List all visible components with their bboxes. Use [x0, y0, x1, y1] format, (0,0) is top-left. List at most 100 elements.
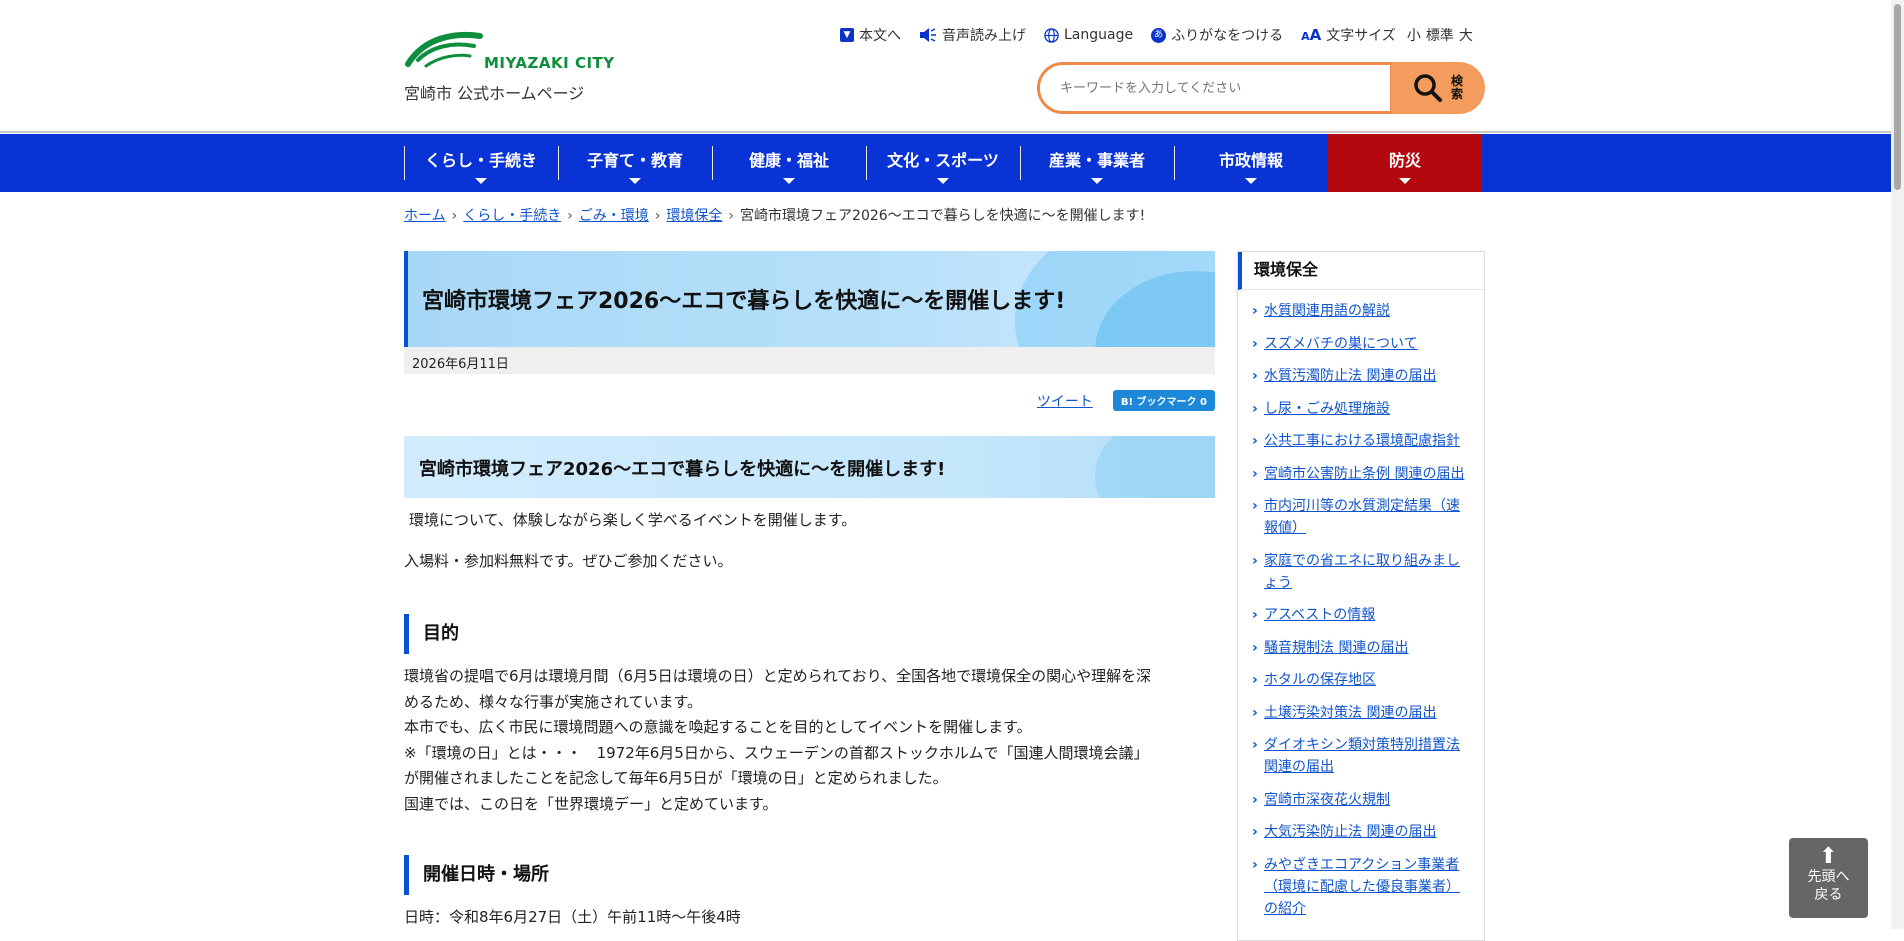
purpose-line: 本市でも、広く市民に環境問題への意識を喚起することを目的としてイベントを開催しま… — [404, 718, 1032, 736]
text-size-large-button[interactable]: 大 — [1459, 25, 1473, 45]
nav-item-2[interactable]: 健康・福祉 — [712, 134, 866, 192]
main-content: 宮崎市環境フェア2026～エコで暮らしを快適に～を開催します! 2026年6月1… — [404, 251, 1215, 931]
nav-item-5[interactable]: 市政情報 — [1174, 134, 1328, 192]
date-place-heading: 開催日時・場所 — [404, 855, 1215, 895]
nav-item-6[interactable]: 防災 — [1328, 134, 1482, 192]
sidebar-link[interactable]: 水質汚濁防止法 関連の届出 — [1264, 368, 1436, 384]
purpose-line: 環境省の提唱で6月は環境月間（6月5日は環境の日）と定められており、全国各地で環… — [404, 667, 1152, 685]
chevron-down-icon — [629, 178, 641, 184]
chevron-down-icon — [783, 178, 795, 184]
hatena-bookmark-button[interactable]: B! ブックマーク 0 — [1112, 390, 1215, 411]
sidebar-list-item: 宮崎市深夜花火規制 — [1250, 789, 1472, 811]
sidebar-link[interactable]: ダイオキシン類対策特別措置法 関連の届出 — [1264, 737, 1460, 775]
sidebar-list-item: 家庭での省エネに取り組みましょう — [1250, 550, 1472, 594]
sidebar-link[interactable]: みやざきエコアクション事業者（環境に配慮した優良事業者）の紹介 — [1264, 857, 1460, 917]
share-bar: ツイート B! ブックマーク 0 — [1037, 390, 1215, 411]
skip-label: 本文へ — [859, 28, 901, 44]
language-link[interactable]: Language — [1044, 27, 1133, 43]
read-aloud-link[interactable]: 音声読み上げ — [919, 25, 1026, 45]
sidebar-list-item: ホタルの保存地区 — [1250, 669, 1472, 691]
sidebar-list-item: 大気汚染防止法 関連の届出 — [1250, 821, 1472, 843]
tweet-link[interactable]: ツイート — [1037, 391, 1093, 411]
text-size-icon: AA — [1301, 26, 1322, 44]
breadcrumb: ホーム › くらし・手続き › ごみ・環境 › 環境保全 › 宮崎市環境フェア2026～エコで暮… — [404, 205, 1145, 225]
sidebar-list-item: アスベストの情報 — [1250, 604, 1472, 626]
furigana-label: ふりがなをつける — [1171, 28, 1284, 44]
furigana-icon: あ — [1151, 27, 1167, 43]
furigana-link[interactable]: あ ふりがなをつける — [1151, 25, 1283, 45]
search-input[interactable] — [1037, 62, 1393, 114]
page-title: 宮崎市環境フェア2026～エコで暮らしを快適に～を開催します! — [422, 289, 1066, 314]
nav-item-3[interactable]: 文化・スポーツ — [866, 134, 1020, 192]
purpose-heading: 目的 — [404, 614, 1215, 654]
sidebar-link[interactable]: し尿・ごみ処理施設 — [1264, 401, 1390, 417]
sidebar-link[interactable]: 宮崎市深夜花火規制 — [1264, 792, 1390, 808]
language-label: Language — [1064, 27, 1134, 43]
sidebar-link[interactable]: 家庭での省エネに取り組みましょう — [1264, 553, 1460, 591]
section-title: 宮崎市環境フェア2026～エコで暮らしを快適に～を開催します! — [419, 459, 946, 480]
site-header: MIYAZAKI CITY 宮崎市 公式ホームページ ▼ 本文へ 音声読み上げ … — [0, 0, 1891, 133]
breadcrumb-link[interactable]: 環境保全 — [666, 208, 722, 224]
chevron-down-icon — [937, 178, 949, 184]
breadcrumb-separator-icon: › — [567, 208, 573, 224]
scrollbar[interactable] — [1891, 0, 1904, 929]
breadcrumb-link[interactable]: くらし・手続き — [463, 208, 561, 224]
global-nav: くらし・手続き 子育て・教育 健康・福祉 文化・スポーツ 産業・事業者 市政情報 防災 — [0, 134, 1891, 192]
nav-item-label: 産業・事業者 — [1048, 151, 1145, 170]
logo-subtitle: 宮崎市 公式ホームページ — [404, 84, 585, 103]
sidebar-list-item: 騒音規制法 関連の届出 — [1250, 637, 1472, 659]
nav-item-label: 子育て・教育 — [586, 151, 683, 170]
sidebar-list-item: 水質関連用語の解説 — [1250, 300, 1472, 322]
speaker-icon — [920, 28, 936, 42]
utility-bar: ▼ 本文へ 音声読み上げ Language あ ふりがなをつける AA 文字サイ… — [840, 25, 1473, 45]
sidebar-list-item: みやざきエコアクション事業者（環境に配慮した優良事業者）の紹介 — [1250, 854, 1472, 920]
scrollbar-thumb[interactable] — [1894, 4, 1901, 190]
sidebar-link[interactable]: アスベストの情報 — [1264, 607, 1375, 623]
purpose-line: めるため、様々な行事が実施されています。 — [404, 692, 703, 711]
search-form: 検索 — [1037, 62, 1485, 114]
breadcrumb-separator-icon: › — [728, 208, 735, 224]
sidebar-list-item: スズメバチの巣について — [1250, 333, 1472, 355]
nav-item-1[interactable]: 子育て・教育 — [558, 134, 712, 192]
purpose-line: ※「環境の日」とは・・・ 1972年6月5日から、スウェーデンの首都ストックホル… — [404, 743, 1149, 762]
breadcrumb-separator-icon: › — [654, 208, 661, 224]
sidebar-link-list: 水質関連用語の解説スズメバチの巣について水質汚濁防止法 関連の届出し尿・ごみ処理… — [1238, 290, 1484, 920]
nav-item-label: 防災 — [1388, 151, 1421, 170]
site-logo[interactable]: MIYAZAKI CITY 宮崎市 公式ホームページ — [404, 30, 614, 104]
search-icon — [1413, 74, 1442, 102]
publish-date: 2026年6月11日 — [404, 347, 1215, 374]
sidebar-link[interactable]: 騒音規制法 関連の届出 — [1264, 640, 1408, 656]
breadcrumb-link[interactable]: ホーム — [404, 208, 446, 224]
chevron-down-icon — [1245, 178, 1257, 184]
arrow-up-icon: ⬆ — [1819, 844, 1838, 869]
sidebar-link[interactable]: 土壌汚染対策法 関連の届出 — [1264, 705, 1436, 721]
sidebar-link[interactable]: ホタルの保存地区 — [1264, 672, 1376, 688]
back-to-top-button[interactable]: ⬆ 先頭へ 戻る — [1789, 838, 1868, 918]
sidebar-link[interactable]: 市内河川等の水質測定結果（速報値） — [1264, 498, 1460, 536]
nav-item-0[interactable]: くらし・手続き — [404, 134, 558, 192]
sidebar-link[interactable]: スズメバチの巣について — [1264, 336, 1418, 352]
back-to-top-label-2: 戻る — [1814, 887, 1843, 903]
text-size-small-button[interactable]: 小 — [1407, 25, 1421, 45]
sidebar-list-item: 公共工事における環境配慮指針 — [1250, 430, 1472, 452]
arrow-down-icon: ▼ — [840, 28, 854, 42]
chevron-down-icon — [1091, 178, 1103, 184]
sidebar-link[interactable]: 宮崎市公害防止条例 関連の届出 — [1264, 466, 1464, 482]
text-size-control: AA 文字サイズ 小 標準 大 — [1301, 25, 1473, 45]
nav-item-label: 文化・スポーツ — [887, 151, 999, 170]
breadcrumb-link[interactable]: ごみ・環境 — [579, 208, 649, 224]
nav-item-4[interactable]: 産業・事業者 — [1020, 134, 1174, 192]
sidebar-list-item: 水質汚濁防止法 関連の届出 — [1250, 365, 1472, 387]
sidebar-list-item: 市内河川等の水質測定結果（速報値） — [1250, 495, 1472, 539]
text-size-label: 文字サイズ — [1326, 28, 1396, 44]
page-title-box: 宮崎市環境フェア2026～エコで暮らしを快適に～を開催します! — [404, 251, 1215, 347]
sidebar-link[interactable]: 水質関連用語の解説 — [1264, 303, 1390, 319]
sidebar: 環境保全 水質関連用語の解説スズメバチの巣について水質汚濁防止法 関連の届出し尿… — [1237, 251, 1485, 941]
sidebar-link[interactable]: 公共工事における環境配慮指針 — [1264, 433, 1460, 449]
sidebar-list-item: ダイオキシン類対策特別措置法 関連の届出 — [1250, 734, 1472, 778]
search-button[interactable]: 検索 — [1391, 62, 1485, 114]
text-size-normal-button[interactable]: 標準 — [1426, 25, 1454, 45]
skip-to-content-link[interactable]: ▼ 本文へ — [840, 25, 901, 45]
nav-item-label: 市政情報 — [1218, 151, 1283, 170]
sidebar-link[interactable]: 大気汚染防止法 関連の届出 — [1264, 824, 1436, 840]
